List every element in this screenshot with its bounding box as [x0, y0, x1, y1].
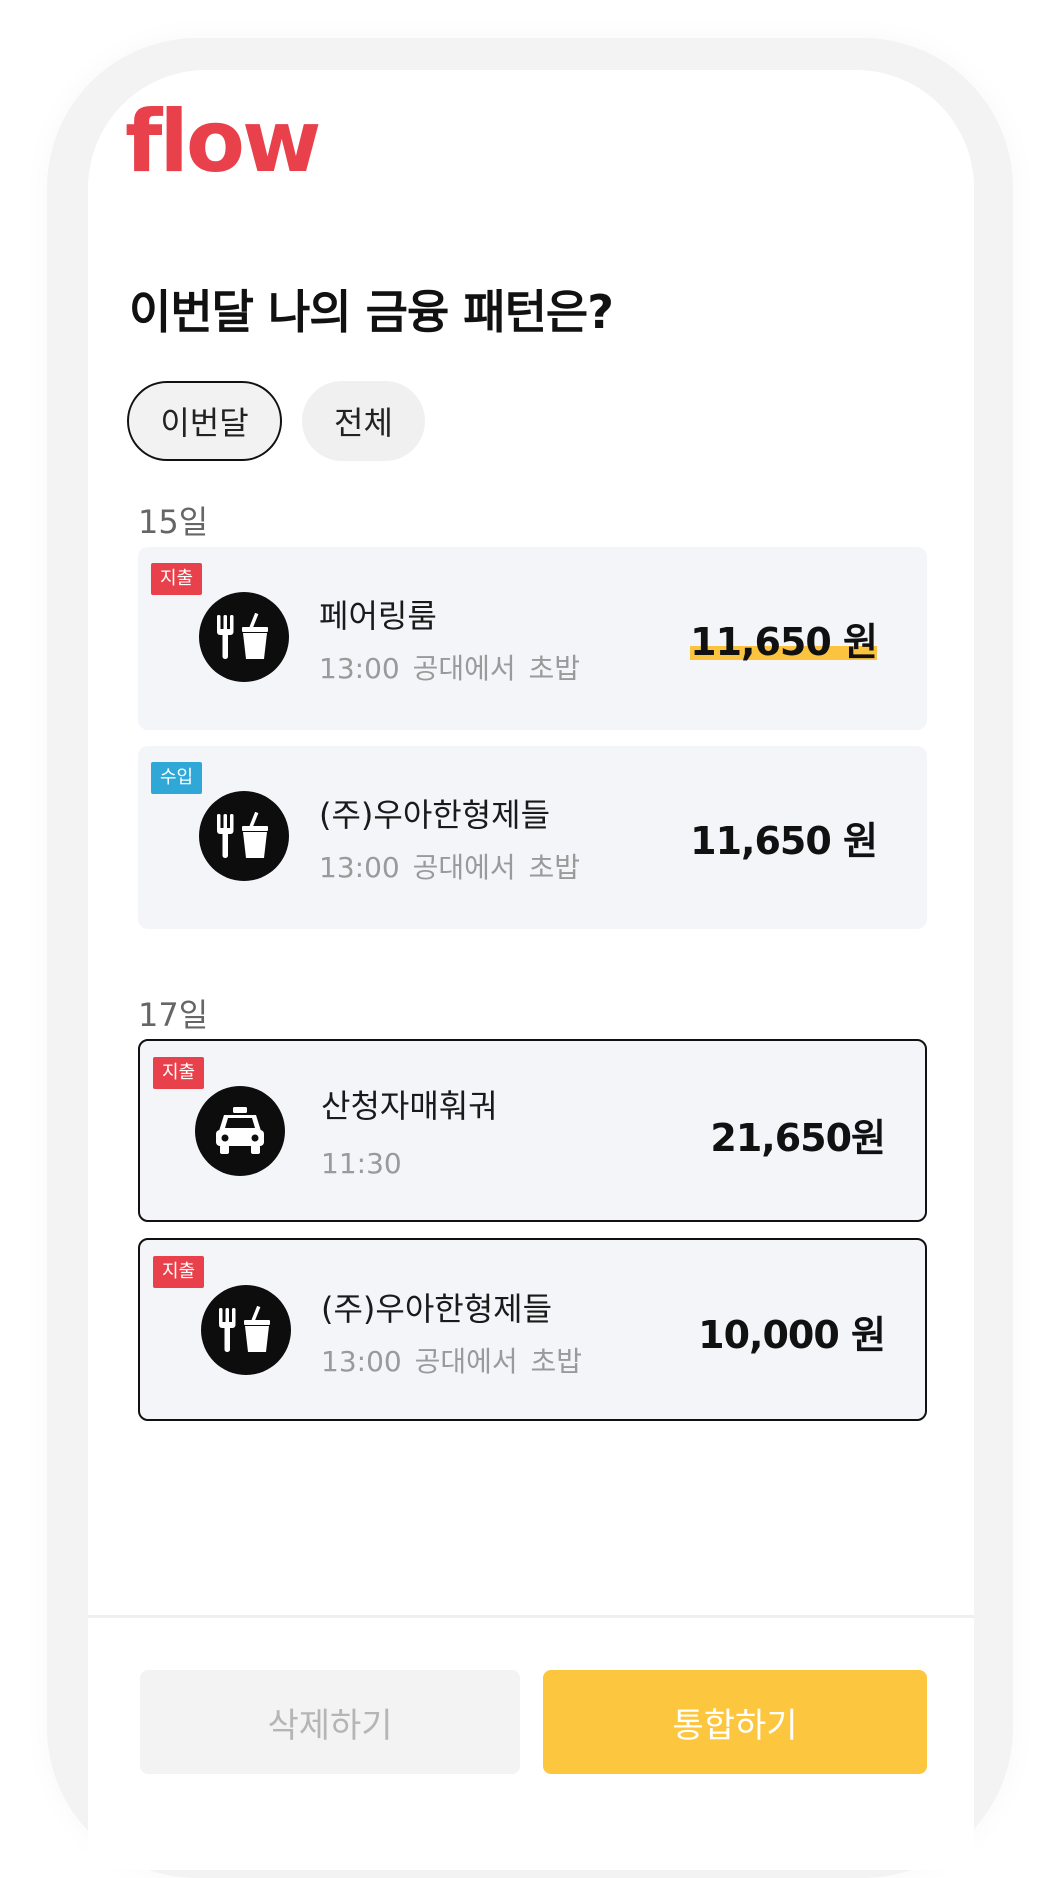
expense-badge: 지출 — [151, 563, 203, 595]
transaction-card[interactable]: 지출 페어링룸 13:00 공대에서 초밥 11,650 원 — [138, 547, 927, 730]
delete-button[interactable]: 삭제하기 — [140, 1670, 520, 1774]
transaction-card[interactable]: 수입 (주)우아한형제들 13:00 공대에서 초밥 11,650 원 — [138, 746, 927, 929]
transaction-meta: 11:30 — [321, 1147, 402, 1180]
transaction-meta: 13:00 공대에서 초밥 — [319, 851, 581, 884]
filter-this-month[interactable]: 이번달 — [127, 381, 282, 461]
taxi-icon — [195, 1086, 285, 1176]
transaction-amount: 10,000 원 — [698, 1313, 886, 1357]
income-badge: 수입 — [151, 762, 203, 794]
date-label-15: 15일 — [138, 503, 209, 541]
transaction-card-selected[interactable]: 지출 (주)우아한형제들 13:00 공대에서 초밥 10,000 원 — [138, 1238, 927, 1421]
bottom-divider — [88, 1615, 974, 1618]
merchant-name: 페어링룸 — [319, 597, 437, 635]
merge-button[interactable]: 통합하기 — [543, 1670, 927, 1774]
filter-all[interactable]: 전체 — [302, 381, 425, 461]
expense-badge: 지출 — [153, 1057, 205, 1089]
expense-badge: 지출 — [153, 1256, 205, 1288]
page-title: 이번달 나의 금융 패턴은? — [129, 285, 614, 339]
merchant-name: (주)우아한형제들 — [319, 796, 551, 834]
food-icon — [199, 592, 289, 682]
transaction-amount: 11,650 원 — [690, 819, 878, 863]
app-screen: flow 이번달 나의 금융 패턴은? 이번달 전체 15일 지출 페어링룸 1 — [88, 70, 974, 1870]
food-icon — [201, 1285, 291, 1375]
app-logo: flow — [125, 92, 321, 192]
merchant-name: (주)우아한형제들 — [321, 1290, 553, 1328]
transaction-card-selected[interactable]: 지출 산청자매훠궈 11:30 21,650원 — [138, 1039, 927, 1222]
food-icon — [199, 791, 289, 881]
merchant-name: 산청자매훠궈 — [321, 1087, 498, 1125]
transaction-amount: 11,650 원 — [690, 611, 878, 666]
transaction-meta: 13:00 공대에서 초밥 — [321, 1345, 583, 1378]
date-label-17: 17일 — [138, 996, 209, 1034]
transaction-meta: 13:00 공대에서 초밥 — [319, 652, 581, 685]
transaction-amount: 21,650원 — [710, 1116, 886, 1160]
